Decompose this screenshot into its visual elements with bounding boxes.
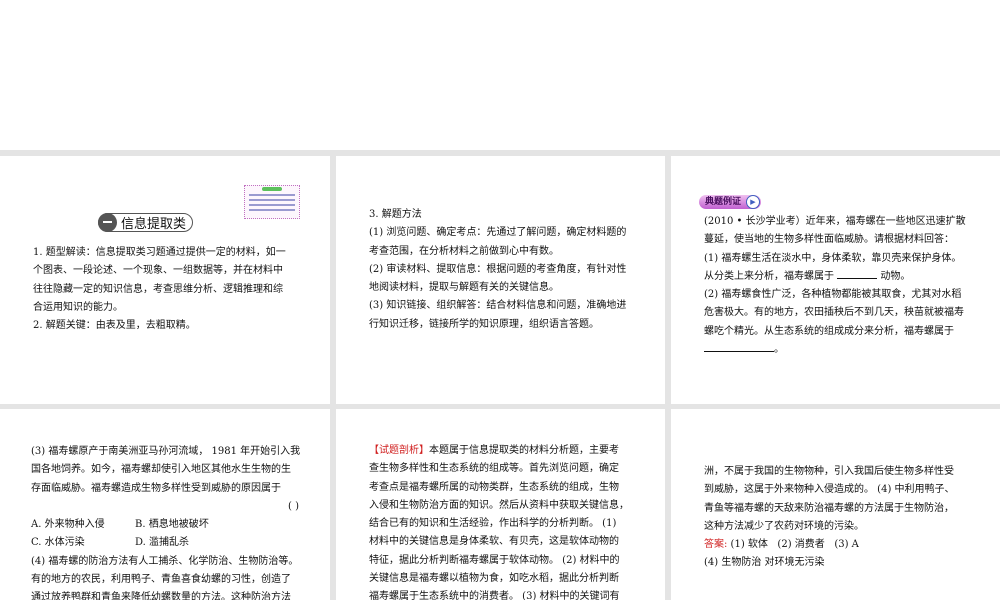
text-line: 从分类上来分析，福寿螺属于 动物。 — [704, 268, 966, 286]
text-line: (3) 福寿螺原产于南美洲亚马孙河流域， 1981 年开始引入我 — [31, 446, 301, 457]
slide-thumbnail-4[interactable]: (3) 福寿螺原产于南美洲亚马孙河流域， 1981 年开始引入我 国各地饲养。如… — [0, 409, 330, 600]
slide-thumbnail-3[interactable]: 典题例证 ▶ (2010 • 长沙学业考）近年来，福寿螺在一些地区迅速扩散 蔓延，… — [671, 156, 1000, 404]
text-line: 特征，据此分析判断福寿螺属于软体动物。 (2) 材料中的 — [369, 554, 620, 566]
option-b: B. 栖息地被破坏 — [135, 519, 209, 531]
text-line: 螺吃个精光。从生态系统的组成成分来分析，福寿螺属于 — [704, 325, 954, 337]
text-line: 关键信息是福寿螺以植物为食，如吃水稻，据此分析判断 — [369, 573, 619, 585]
text-line: 入侵和生物防治方面的知识。然后从资料中获取关键信息， — [369, 499, 629, 511]
text-line: (2) 审读材料、提取信息：根据问题的考查角度，有针对性 — [369, 263, 627, 275]
text-line: 有的地方的农民，利用鸭子、青鱼喜食幼螺的习性，创造了 — [31, 574, 291, 586]
text-line: 国各地饲养。如今，福寿螺却使引入地区其他水生生物的生 — [31, 464, 291, 476]
options-row: A. 外来物种入侵 B. 栖息地被破坏 — [31, 516, 300, 534]
slide-thumbnail-2[interactable]: 3. 解题方法 (1) 浏览问题、确定考点：先通过了解问题，确定材料题的 考查范… — [336, 156, 665, 404]
answer-line: 答案: (1) 软体 (2) 消费者 (3) A — [704, 536, 955, 554]
slide-thumbnail-1[interactable]: 信息提取类 1. 题型解读：信息提取类习题通过提供一定的材料，如一 个图表、一段… — [0, 156, 330, 404]
play-icon: ▶ — [746, 195, 760, 209]
text-line: 查生物多样性和生态系统的组成等。首先浏览问题，确定 — [369, 463, 619, 475]
text-line: 这种方法减少了农药对环境的污染。 — [704, 520, 864, 532]
badge-text: 典题例证 — [705, 197, 742, 207]
text-line: (4) 福寿螺的防治方法有人工捕杀、化学防治、生物防治等。 — [31, 555, 299, 567]
text-line: 考查点是福寿螺所属的动物类群，生态系统的组成，生物 — [369, 481, 619, 493]
text-line: 行知识迁移，链接所学的知识原理，组织语言答题。 — [369, 318, 599, 330]
options-row: C. 水体污染 D. 滥捕乱杀 — [31, 534, 300, 552]
analysis-label: 【试题剖析】 — [369, 445, 429, 456]
slide-thumbnail-6[interactable]: 洲，不属于我国的生物物种，引入我国后使生物多样性受 到威胁，这属于外来物种入侵造… — [671, 409, 1000, 600]
section-title-text: 信息提取类 — [121, 217, 187, 232]
answer-paren: ( ) — [288, 500, 299, 512]
option-a: A. 外来物种入侵 — [31, 519, 105, 531]
text-line: 考查范围，在分析材料之前做到心中有数。 — [369, 245, 559, 257]
slide-text: (3) 福寿螺原产于南美洲亚马孙河流域， 1981 年开始引入我 国各地饲养。如… — [31, 443, 300, 600]
text-line: (2010 • 长沙学业考）近年来，福寿螺在一些地区迅速扩散 — [704, 216, 966, 227]
text-line: 1. 题型解读：信息提取类习题通过提供一定的材料，如一 — [33, 247, 286, 258]
text: 动物。 — [880, 270, 911, 282]
answer-label: 答案: — [704, 539, 728, 551]
option-d: D. 滥捕乱杀 — [135, 537, 190, 549]
text-line: 2. 解题关键：由表及里，去粗取精。 — [33, 320, 196, 332]
answer-text: (1) 软体 (2) 消费者 (3) A — [727, 539, 859, 551]
text-line: 合运用知识的能力。 — [33, 301, 123, 313]
text-line: 3. 解题方法 — [369, 209, 422, 220]
text-line: 往往隐藏一定的知识信息，考查思维分析、逻辑推理和综 — [33, 283, 283, 295]
text-line: (1) 浏览问题、确定考点：先通过了解问题，确定材料题的 — [369, 227, 627, 239]
text-line: 福寿螺属于生态系统中的消费者。 (3) 材料中的关键词有 — [369, 591, 620, 600]
text-line: 青鱼等福寿螺的天敌来防治福寿螺的方法属于生物防治， — [704, 502, 954, 514]
text-line: 。 — [704, 341, 966, 359]
text-line: 通过放养鸭群和青鱼来降低幼螺数量的方法。这种防治方法 — [31, 592, 291, 600]
text-line: (2) 福寿螺食性广泛，各种植物都能被其取食，尤其对水稻 — [704, 289, 962, 301]
text: 从分类上来分析，福寿螺属于 — [704, 270, 834, 282]
slide-text: 3. 解题方法 (1) 浏览问题、确定考点：先通过了解问题，确定材料题的 考查范… — [369, 206, 626, 334]
text-line: 洲，不属于我国的生物物种，引入我国后使生物多样性受 — [704, 466, 954, 477]
slide-text: 洲，不属于我国的生物物种，引入我国后使生物多样性受 到威胁，这属于外来物种入侵造… — [704, 463, 955, 573]
slide-text: 【试题剖析】本题属于信息提取类的材料分析题，主要考 查生物多样性和生态系统的组成… — [369, 442, 629, 600]
example-badge: 典题例证 ▶ — [699, 195, 761, 209]
text-line: 地阅读材料，提取与解题有关的关键信息。 — [369, 282, 559, 294]
answer-text: (4) 生物防治 对环境无污染 — [704, 557, 825, 569]
number-one-icon — [98, 212, 117, 232]
text-line: 存面临威胁。福寿螺造成生物多样性受到威胁的原因属于 — [31, 482, 281, 494]
tip-box-graphic — [244, 185, 300, 219]
text-line: 到威胁，这属于外来物种入侵造成的。 (4) 中利用鸭子、 — [704, 484, 955, 496]
slide-text: (2010 • 长沙学业考）近年来，福寿螺在一些地区迅速扩散 蔓延，使当地的生物… — [704, 213, 966, 359]
text-line: 结合已有的知识和生活经验，作出科学的分析判断。 (1) — [369, 518, 617, 530]
slide-thumbnail-5[interactable]: 【试题剖析】本题属于信息提取类的材料分析题，主要考 查生物多样性和生态系统的组成… — [336, 409, 665, 600]
text: 。 — [774, 344, 784, 356]
answer-blank — [704, 342, 774, 353]
text-line: (3) 知识链接、组织解答：结合材料信息和问题，准确地进 — [369, 300, 627, 312]
text-line: (1) 福寿螺生活在淡水中，身体柔软，靠贝壳来保护身体。 — [704, 252, 962, 264]
text-line: 【试题剖析】本题属于信息提取类的材料分析题，主要考 — [369, 442, 629, 460]
answer-blank — [837, 269, 878, 279]
option-c: C. 水体污染 — [31, 537, 85, 549]
blank-top-area — [0, 0, 1000, 150]
text-line: 危害极大。有的地方，农田插秧后不到几天，秧苗就被福寿 — [704, 307, 964, 319]
text-line: 蔓延，使当地的生物多样性面临威胁。请根据材料回答： — [704, 234, 954, 246]
text-line: 个图表、一段论述、一个现象、一组数据等，并在材料中 — [33, 265, 283, 277]
section-title: 信息提取类 — [98, 212, 194, 232]
text: 本题属于信息提取类的材料分析题，主要考 — [429, 445, 619, 456]
text-line: 材料中的关键信息是身体柔软、有贝壳，这是软体动物的 — [369, 536, 619, 548]
slide-text: 1. 题型解读：信息提取类习题通过提供一定的材料，如一 个图表、一段论述、一个现… — [33, 244, 286, 335]
